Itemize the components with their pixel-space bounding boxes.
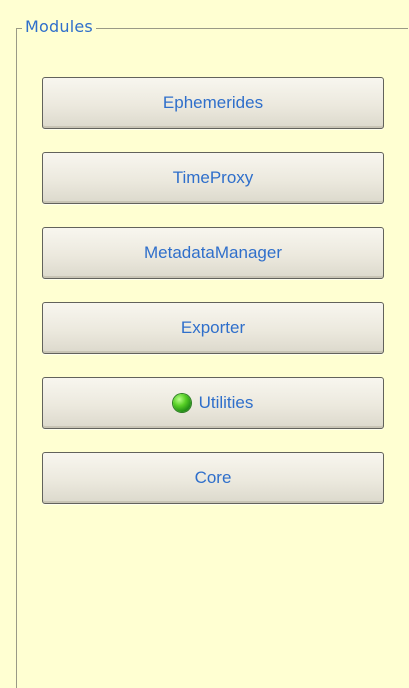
- utilities-button[interactable]: Utilities: [42, 377, 384, 429]
- exporter-button-label: Exporter: [180, 318, 246, 337]
- modules-panel: Modules Ephemerides TimeProxy MetadataMa…: [0, 0, 409, 688]
- exporter-button-content: Exporter: [181, 318, 245, 338]
- ephemerides-button-label: Ephemerides: [162, 93, 264, 112]
- exporter-button[interactable]: Exporter: [42, 302, 384, 354]
- metadatamanager-button-label: MetadataManager: [144, 243, 282, 262]
- modules-group-title: Modules: [22, 16, 96, 38]
- ephemerides-button-content: Ephemerides: [163, 93, 263, 113]
- utilities-button-content: Utilities: [172, 393, 254, 413]
- metadatamanager-button-content: MetadataManager: [144, 243, 282, 263]
- core-button[interactable]: Core: [42, 452, 384, 504]
- timeproxy-button[interactable]: TimeProxy: [42, 152, 384, 204]
- ephemerides-button[interactable]: Ephemerides: [42, 77, 384, 129]
- core-button-content: Core: [195, 468, 232, 488]
- metadatamanager-button[interactable]: MetadataManager: [42, 227, 384, 279]
- timeproxy-button-content: TimeProxy: [173, 168, 254, 188]
- green-status-light-icon: [172, 394, 191, 412]
- core-button-label: Core: [194, 468, 232, 487]
- utilities-button-label: Utilities: [198, 393, 254, 412]
- timeproxy-button-label: TimeProxy: [172, 168, 254, 187]
